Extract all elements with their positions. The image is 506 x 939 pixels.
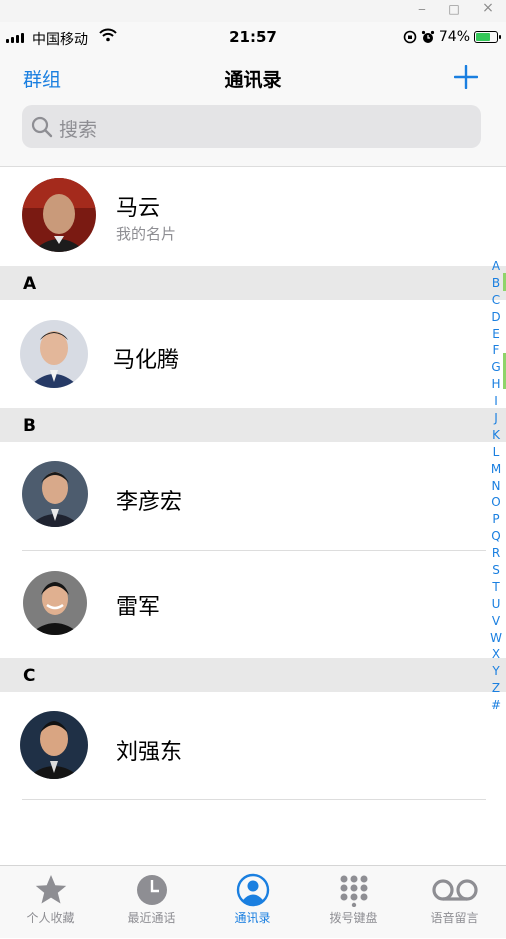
row-divider — [22, 799, 486, 800]
index-letter[interactable]: B — [489, 275, 503, 292]
section-header: C — [0, 658, 506, 692]
star-icon — [35, 875, 66, 904]
index-letter[interactable]: S — [489, 562, 503, 579]
index-letter[interactable]: I — [489, 393, 503, 410]
index-letter[interactable]: C — [489, 292, 503, 309]
section-header: A — [0, 266, 506, 300]
contact-name: 马化腾 — [113, 348, 180, 373]
index-letter[interactable]: R — [489, 545, 503, 562]
search-input[interactable]: 搜索 — [22, 105, 481, 148]
clock-icon — [136, 875, 167, 905]
battery-icon — [474, 31, 501, 43]
tab-label: 个人收藏 — [26, 911, 75, 925]
window-title-bar: ‒ □ × — [0, 0, 506, 22]
index-letter[interactable]: N — [489, 478, 503, 495]
battery-fill — [476, 33, 491, 41]
index-letter[interactable]: T — [489, 579, 503, 596]
index-letter[interactable]: A — [489, 258, 503, 275]
tab-label: 通讯录 — [234, 911, 271, 925]
avatar — [22, 461, 88, 527]
section-letter: B — [23, 416, 36, 436]
index-letter[interactable]: W — [489, 630, 503, 647]
my-card-subtitle: 我的名片 — [116, 225, 177, 243]
orientation-lock-icon — [403, 30, 417, 44]
contact-row[interactable]: 李彦宏 — [0, 442, 506, 550]
status-bar: 中国移动 21:57 74% — [0, 22, 506, 54]
section-letter: A — [23, 274, 37, 294]
index-letter[interactable]: Z — [489, 680, 503, 697]
tab-bar: 个人收藏 最近通话 通讯录 拨号键盘 语音留言 — [0, 865, 506, 938]
index-letter[interactable]: O — [489, 494, 503, 511]
tab-contacts[interactable]: 通讯录 — [202, 866, 303, 939]
avatar — [22, 178, 96, 252]
search-area: 搜索 — [0, 100, 506, 167]
alarm-icon — [421, 30, 434, 43]
tab-label: 最近通话 — [127, 911, 176, 925]
contacts-icon — [236, 873, 269, 907]
index-letter[interactable]: # — [489, 697, 503, 714]
section-letter: C — [23, 666, 36, 686]
keypad-icon — [340, 875, 367, 907]
index-letter[interactable]: G — [489, 359, 503, 376]
my-card-name: 马云 — [116, 196, 161, 221]
section-header: B — [0, 408, 506, 442]
navigation-bar: 群组 通讯录 — [0, 54, 506, 100]
battery-percent: 74% — [438, 29, 470, 45]
index-letter[interactable]: D — [489, 309, 503, 326]
index-letter[interactable]: E — [489, 326, 503, 343]
close-button[interactable]: × — [480, 0, 496, 16]
plus-icon[interactable] — [454, 65, 478, 89]
contact-name: 雷军 — [116, 595, 161, 620]
index-letter[interactable]: J — [489, 410, 503, 427]
alphabet-index[interactable]: A B C D E F G H I J K L M N O P Q R S T U V W X Y Z # — [489, 258, 503, 714]
index-letter[interactable]: H — [489, 376, 503, 393]
voicemail-icon — [431, 879, 478, 901]
index-letter[interactable]: K — [489, 427, 503, 444]
tab-voicemail[interactable]: 语音留言 — [404, 866, 505, 939]
search-icon — [31, 116, 53, 138]
maximize-button[interactable]: □ — [446, 2, 462, 16]
contact-name: 李彦宏 — [116, 490, 183, 515]
index-letter[interactable]: F — [489, 342, 503, 359]
index-letter[interactable]: X — [489, 646, 503, 663]
index-letter[interactable]: Y — [489, 663, 503, 680]
index-letter[interactable]: V — [489, 613, 503, 630]
index-letter[interactable]: P — [489, 511, 503, 528]
search-placeholder: 搜索 — [59, 119, 98, 141]
tab-favorites[interactable]: 个人收藏 — [0, 866, 101, 939]
tab-label: 语音留言 — [430, 911, 479, 925]
index-letter[interactable]: U — [489, 596, 503, 613]
index-letter[interactable]: M — [489, 461, 503, 478]
index-letter[interactable]: L — [489, 444, 503, 461]
my-card[interactable]: 马云 我的名片 — [0, 168, 506, 266]
page-title: 通讯录 — [224, 69, 282, 91]
index-letter[interactable]: Q — [489, 528, 503, 545]
contact-row[interactable]: 刘强东 — [0, 692, 506, 799]
tab-label: 拨号键盘 — [329, 911, 378, 925]
avatar — [20, 320, 88, 388]
minimize-button[interactable]: ‒ — [414, 2, 430, 16]
contact-name: 刘强东 — [116, 740, 183, 765]
avatar — [23, 571, 87, 635]
contact-row[interactable]: 雷军 — [0, 551, 506, 658]
contact-row[interactable]: 马化腾 — [0, 300, 506, 408]
tab-keypad[interactable]: 拨号键盘 — [303, 866, 404, 939]
tab-recents[interactable]: 最近通话 — [101, 866, 202, 939]
avatar — [20, 711, 88, 779]
